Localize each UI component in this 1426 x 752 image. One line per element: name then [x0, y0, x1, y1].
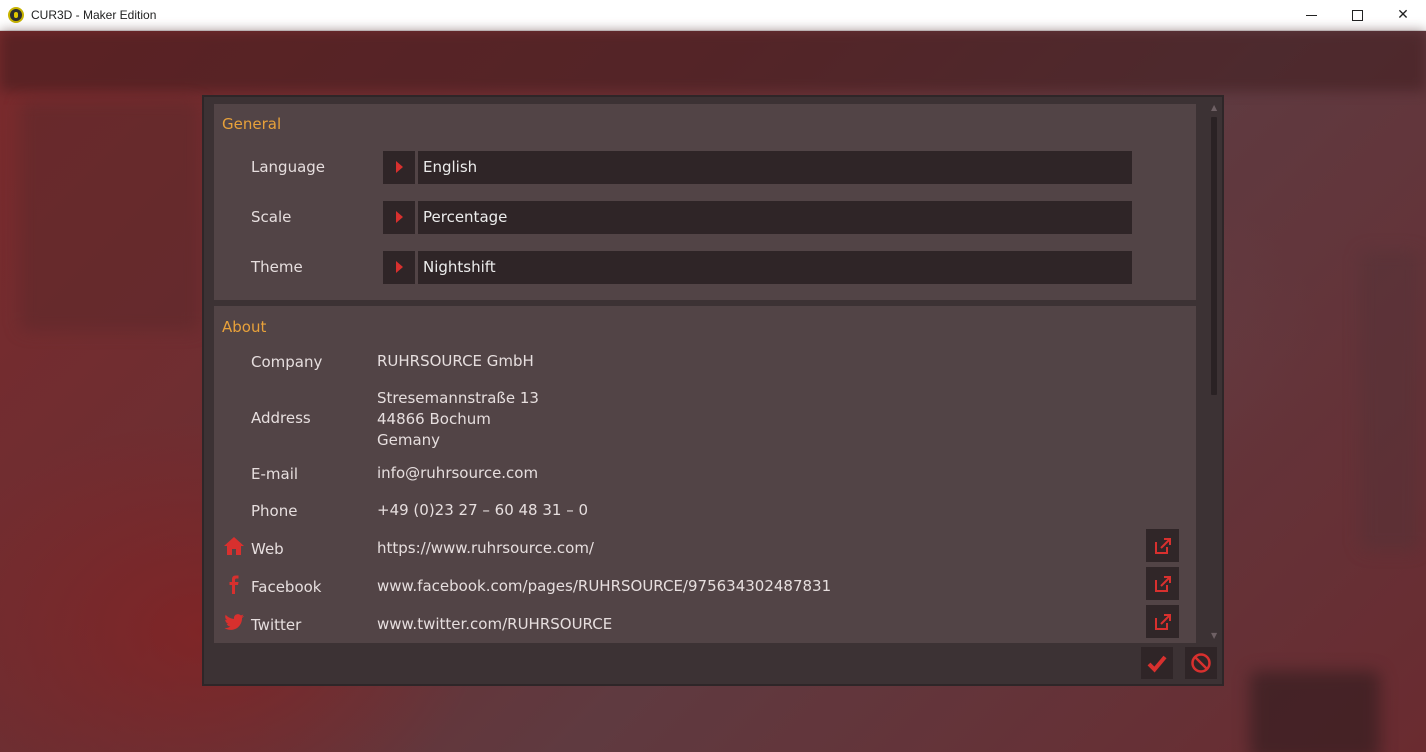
cancel-button[interactable] [1185, 647, 1217, 679]
address-label: Address [251, 409, 311, 427]
phone-label: Phone [251, 502, 298, 520]
address-value: Stresemannstraße 13 44866 Bochum Gemany [377, 388, 539, 451]
scrollbar-thumb[interactable] [1211, 117, 1217, 395]
company-label: Company [251, 353, 323, 371]
blurred-panel [20, 101, 200, 331]
scroll-up-icon[interactable]: ▲ [1211, 103, 1217, 112]
theme-label: Theme [251, 258, 303, 276]
vertical-scrollbar[interactable]: ▲ ▼ [1208, 103, 1220, 643]
blurred-toolbar [0, 31, 1426, 91]
open-facebook-button[interactable] [1146, 567, 1179, 600]
settings-dialog: General Language English Scale Percentag… [202, 95, 1224, 686]
facebook-label: Facebook [251, 578, 322, 596]
caret-right-icon[interactable] [383, 251, 415, 284]
about-section: About Company RUHRSOURCE GmbH Address St… [214, 306, 1196, 643]
twitter-icon [223, 611, 245, 633]
blurred-panel [1250, 671, 1380, 752]
facebook-value: www.facebook.com/pages/RUHRSOURCE/975634… [377, 577, 832, 595]
external-link-icon [1155, 576, 1171, 592]
phone-value: +49 (0)23 27 – 60 48 31 – 0 [377, 501, 589, 519]
minimize-button[interactable] [1288, 0, 1334, 31]
facebook-icon [223, 573, 245, 595]
caret-right-icon[interactable] [383, 201, 415, 234]
minimize-icon [1305, 14, 1317, 16]
caret-right-icon[interactable] [383, 151, 415, 184]
address-line: Stresemannstraße 13 [377, 389, 539, 407]
window-title: CUR3D - Maker Edition [31, 8, 157, 22]
app-logo-icon [8, 7, 24, 23]
blurred-panel [1360, 251, 1420, 551]
language-select[interactable]: English [383, 151, 1133, 184]
language-label: Language [251, 158, 326, 176]
company-value: RUHRSOURCE GmbH [377, 352, 534, 370]
open-twitter-button[interactable] [1146, 605, 1179, 638]
scale-select[interactable]: Percentage [383, 201, 1133, 234]
twitter-label: Twitter [251, 616, 302, 634]
email-label: E-mail [251, 465, 299, 483]
maximize-button[interactable] [1334, 0, 1380, 31]
address-line: Gemany [377, 431, 441, 449]
scale-value[interactable]: Percentage [418, 201, 1132, 234]
email-value: info@ruhrsource.com [377, 464, 539, 482]
theme-value[interactable]: Nightshift [418, 251, 1132, 284]
maximize-icon [1351, 9, 1363, 21]
close-button[interactable]: ✕ [1380, 0, 1426, 31]
close-icon: ✕ [1397, 7, 1409, 23]
scroll-down-icon[interactable]: ▼ [1211, 631, 1217, 640]
web-value: https://www.ruhrsource.com/ [377, 539, 594, 557]
external-link-icon [1155, 614, 1171, 630]
theme-select[interactable]: Nightshift [383, 251, 1133, 284]
twitter-value: www.twitter.com/RUHRSOURCE [377, 615, 613, 633]
confirm-button[interactable] [1141, 647, 1173, 679]
about-section-title: About [222, 318, 267, 336]
home-icon [223, 535, 245, 557]
general-section: General Language English Scale Percentag… [214, 104, 1196, 300]
external-link-icon [1155, 538, 1171, 554]
language-value[interactable]: English [418, 151, 1132, 184]
window-titlebar[interactable]: CUR3D - Maker Edition ✕ [0, 0, 1426, 31]
general-section-title: General [222, 115, 282, 133]
prohibited-icon [1191, 653, 1211, 673]
checkmark-icon [1147, 655, 1167, 673]
scale-label: Scale [251, 208, 292, 226]
web-label: Web [251, 540, 284, 558]
open-web-button[interactable] [1146, 529, 1179, 562]
address-line: 44866 Bochum [377, 410, 491, 428]
